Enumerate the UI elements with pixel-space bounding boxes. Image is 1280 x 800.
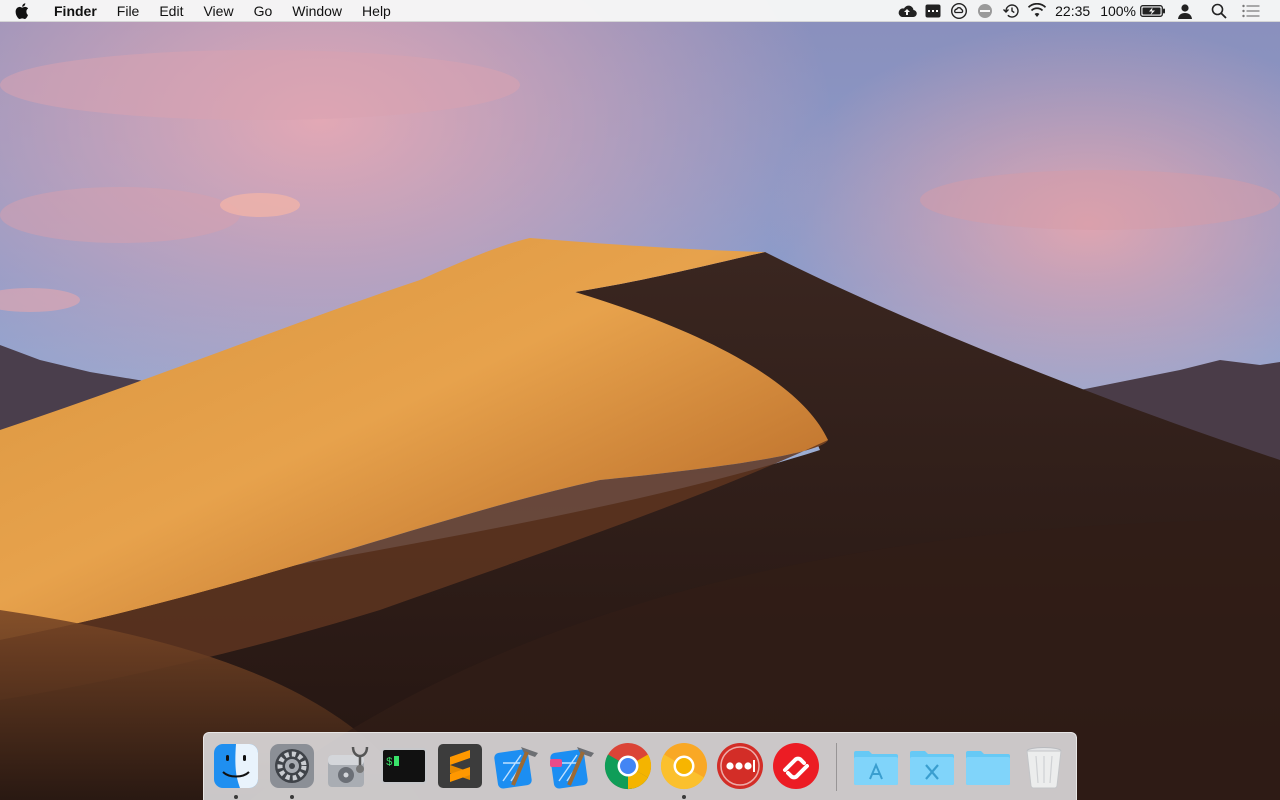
- running-indicator: [682, 795, 686, 799]
- finder-icon[interactable]: [211, 741, 261, 791]
- chrome-icon[interactable]: [603, 741, 653, 791]
- spotlight-search-icon[interactable]: [1202, 0, 1236, 22]
- do-not-disturb-icon[interactable]: [972, 0, 998, 22]
- terminal-icon[interactable]: $: [379, 741, 429, 791]
- utilities-folder-icon[interactable]: [907, 741, 957, 791]
- menu-bar-left: Finder File Edit View Go Window Help: [0, 0, 401, 22]
- xcode-beta-icon[interactable]: [547, 741, 597, 791]
- clock[interactable]: 22:35: [1050, 0, 1095, 22]
- xcode-icon[interactable]: [491, 741, 541, 791]
- battery-charging-icon[interactable]: [1138, 0, 1168, 22]
- running-indicator: [290, 795, 294, 799]
- menu-finder[interactable]: Finder: [44, 0, 107, 22]
- menu-extra-icon[interactable]: [920, 0, 946, 22]
- desktop-wallpaper: [0, 0, 1280, 800]
- applications-folder-icon[interactable]: [851, 741, 901, 791]
- folder-icon[interactable]: [963, 741, 1013, 791]
- menu-help[interactable]: Help: [352, 0, 401, 22]
- wifi-icon[interactable]: [1024, 0, 1050, 22]
- dock-separator: [836, 743, 837, 791]
- menu-window[interactable]: Window: [282, 0, 352, 22]
- chrome-canary-icon[interactable]: [659, 741, 709, 791]
- menu-edit[interactable]: Edit: [149, 0, 193, 22]
- notification-center-icon[interactable]: [1236, 0, 1266, 22]
- trash-icon[interactable]: [1019, 741, 1069, 791]
- disk-utility-icon[interactable]: [323, 741, 373, 791]
- lastpass-icon[interactable]: [715, 741, 765, 791]
- user-icon[interactable]: [1168, 0, 1202, 22]
- menu-go[interactable]: Go: [244, 0, 283, 22]
- dock: $: [203, 732, 1077, 800]
- menu-view[interactable]: View: [193, 0, 243, 22]
- creative-cloud-icon[interactable]: [946, 0, 972, 22]
- menu-file[interactable]: File: [107, 0, 150, 22]
- cloud-upload-icon[interactable]: [894, 0, 920, 22]
- apple-logo-icon[interactable]: [0, 0, 44, 22]
- time-machine-icon[interactable]: [998, 0, 1024, 22]
- menu-bar: Finder File Edit View Go Window Help 22:…: [0, 0, 1280, 22]
- sublime-text-icon[interactable]: [435, 741, 485, 791]
- battery-percent[interactable]: 100%: [1095, 0, 1138, 22]
- authy-icon[interactable]: [771, 741, 821, 791]
- running-indicator: [234, 795, 238, 799]
- menu-bar-status-area: 22:35 100%: [894, 0, 1280, 22]
- svg-text:$: $: [386, 757, 393, 769]
- system-preferences-icon[interactable]: [267, 741, 317, 791]
